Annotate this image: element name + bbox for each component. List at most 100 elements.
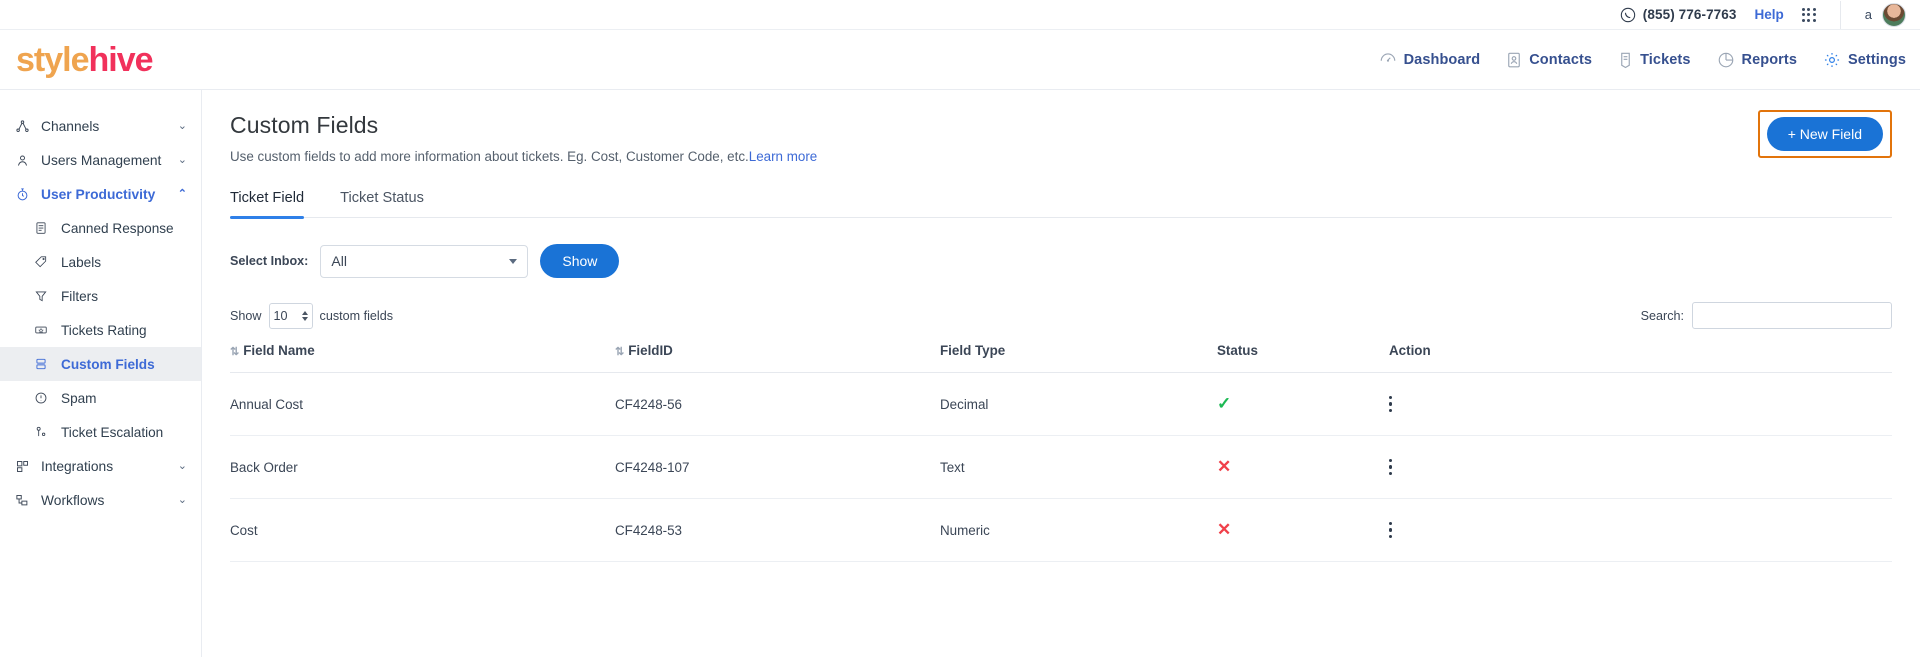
custom-fields-icon: [33, 357, 49, 371]
cell-status: ✕: [1217, 498, 1389, 562]
kebab-menu-icon[interactable]: [1389, 522, 1403, 538]
page-subtitle-text: Use custom fields to add more informatio…: [230, 149, 749, 164]
table-row[interactable]: Cost CF4248-53 Numeric ✕: [230, 498, 1892, 562]
sidebar-item-user-productivity-label: User Productivity: [41, 186, 156, 202]
sidebar-item-spam[interactable]: Spam: [0, 381, 201, 415]
sidebar-item-user-productivity[interactable]: User Productivity ⌃: [0, 177, 201, 211]
star-box-icon: [33, 323, 49, 337]
sidebar-item-canned-response[interactable]: Canned Response: [0, 211, 201, 245]
custom-fields-table: ⇅ Field Name ⇅ FieldID Field Type Status A…: [230, 343, 1892, 562]
sidebar-item-channels-label: Channels: [41, 118, 100, 134]
show-entries-suffix: custom fields: [319, 308, 394, 323]
workflow-icon: [14, 493, 30, 508]
column-header-field-name[interactable]: ⇅ Field Name: [230, 343, 615, 373]
learn-more-link[interactable]: Learn more: [749, 149, 817, 164]
avatar[interactable]: [1882, 2, 1906, 27]
cell-field-type: Text: [940, 435, 1217, 499]
nav-item-dashboard[interactable]: Dashboard: [1379, 51, 1481, 69]
search-input[interactable]: [1692, 302, 1892, 329]
nav-item-settings-label: Settings: [1848, 51, 1906, 68]
table-row[interactable]: Annual Cost CF4248-56 Decimal ✓: [230, 372, 1892, 436]
nav-item-reports[interactable]: Reports: [1717, 51, 1798, 69]
user-gear-icon: [14, 153, 30, 168]
help-link[interactable]: Help: [1755, 7, 1784, 22]
main-nav: Dashboard Contacts Tickets Reports Setti…: [1379, 51, 1906, 69]
chevron-up-icon[interactable]: ⌃: [178, 188, 187, 200]
stepper-arrows-icon[interactable]: [301, 310, 308, 321]
cell-field-name: Cost: [230, 498, 615, 562]
page-size-stepper[interactable]: 10: [268, 302, 313, 329]
sidebar-item-workflows-label: Workflows: [41, 492, 105, 508]
kebab-menu-icon[interactable]: [1389, 459, 1403, 475]
nav-item-reports-label: Reports: [1741, 51, 1797, 68]
tab-ticket-field[interactable]: Ticket Field: [230, 190, 305, 219]
main-content: Custom Fields Use custom fields to add m…: [202, 90, 1920, 657]
search-label: Search:: [1640, 308, 1684, 323]
sidebar-item-labels-label: Labels: [61, 254, 102, 270]
cell-status: ✕: [1217, 435, 1389, 499]
sidebar-item-tickets-rating-label: Tickets Rating: [61, 322, 147, 338]
page-header: Custom Fields Use custom fields to add m…: [230, 110, 1892, 164]
chevron-down-icon[interactable]: ⌄: [178, 494, 187, 506]
cell-field-id: CF4248-56: [615, 372, 940, 436]
nav-item-tickets[interactable]: Tickets: [1618, 51, 1690, 69]
chevron-down-icon[interactable]: ⌄: [178, 154, 187, 166]
table-header: ⇅ Field Name ⇅ FieldID Field Type Status A…: [230, 343, 1892, 373]
account-name: a: [1864, 7, 1872, 22]
blocks-icon: [14, 459, 30, 474]
sidebar-item-filters[interactable]: Filters: [0, 279, 201, 313]
sidebar-item-users-management[interactable]: Users Management ⌄: [0, 143, 201, 177]
share-nodes-icon: [14, 119, 30, 134]
table-row[interactable]: Back Order CF4248-107 Text ✕: [230, 435, 1892, 499]
new-field-highlight-box: + New Field: [1757, 110, 1892, 158]
apps-grid-icon[interactable]: [1801, 7, 1816, 22]
cell-field-id: CF4248-107: [615, 435, 940, 499]
sidebar-item-ticket-escalation-label: Ticket Escalation: [61, 424, 164, 440]
sidebar-item-labels[interactable]: Labels: [0, 245, 201, 279]
phone-block[interactable]: (855) 776-7763: [1620, 7, 1737, 23]
nav-item-contacts-label: Contacts: [1529, 51, 1593, 68]
sort-arrows-icon: ⇅: [615, 346, 624, 358]
column-header-status: Status: [1217, 343, 1389, 373]
funnel-icon: [33, 289, 49, 303]
nav-item-tickets-label: Tickets: [1640, 51, 1691, 68]
sidebar-item-custom-fields[interactable]: Custom Fields: [0, 347, 201, 381]
sidebar: Channels ⌄ Users Management ⌄ User Produ…: [0, 90, 202, 657]
stopwatch-icon: [14, 187, 30, 202]
table-header-row: ⇅ Field Name ⇅ FieldID Field Type Status A…: [230, 343, 1892, 373]
nav-item-contacts[interactable]: Contacts: [1506, 51, 1592, 69]
escalation-icon: [33, 425, 49, 439]
sidebar-item-tickets-rating[interactable]: Tickets Rating: [0, 313, 201, 347]
sidebar-item-custom-fields-label: Custom Fields: [61, 356, 155, 372]
nav-item-settings[interactable]: Settings: [1823, 51, 1906, 69]
cell-action: [1389, 498, 1892, 562]
sidebar-item-integrations[interactable]: Integrations ⌄: [0, 449, 201, 483]
sidebar-item-ticket-escalation[interactable]: Ticket Escalation: [0, 415, 201, 449]
chevron-down-icon[interactable]: ⌄: [178, 120, 187, 132]
brand-logo[interactable]: stylehive: [16, 43, 154, 77]
account-menu[interactable]: a: [1864, 2, 1906, 27]
pie-chart-icon: [1717, 51, 1735, 69]
phone-number: (855) 776-7763: [1642, 7, 1737, 22]
alert-circle-icon: [33, 391, 49, 405]
show-button[interactable]: Show: [540, 244, 620, 278]
kebab-menu-icon[interactable]: [1389, 396, 1403, 412]
table-tools: Show 10 custom fields Search:: [230, 302, 1892, 329]
sidebar-item-users-management-label: Users Management: [41, 152, 162, 168]
tab-ticket-status[interactable]: Ticket Status: [340, 190, 424, 217]
column-header-field-name-label: Field Name: [243, 343, 315, 358]
column-header-field-id[interactable]: ⇅ FieldID: [615, 343, 940, 373]
top-divider: [1839, 0, 1841, 29]
sidebar-item-channels[interactable]: Channels ⌄: [0, 109, 201, 143]
contact-card-icon: [1506, 51, 1522, 69]
new-field-button[interactable]: + New Field: [1766, 117, 1883, 151]
top-utility-bar: (855) 776-7763 Help a: [0, 0, 1920, 30]
show-entries-control: Show 10 custom fields: [230, 302, 394, 329]
cell-field-type: Numeric: [940, 498, 1217, 562]
chevron-down-icon[interactable]: ⌄: [178, 460, 187, 472]
sidebar-item-workflows[interactable]: Workflows ⌄: [0, 483, 201, 517]
cell-status: ✓: [1217, 372, 1389, 436]
column-header-field-type: Field Type: [940, 343, 1217, 373]
column-header-field-id-label: FieldID: [628, 343, 673, 358]
select-inbox-dropdown[interactable]: All: [320, 244, 529, 278]
